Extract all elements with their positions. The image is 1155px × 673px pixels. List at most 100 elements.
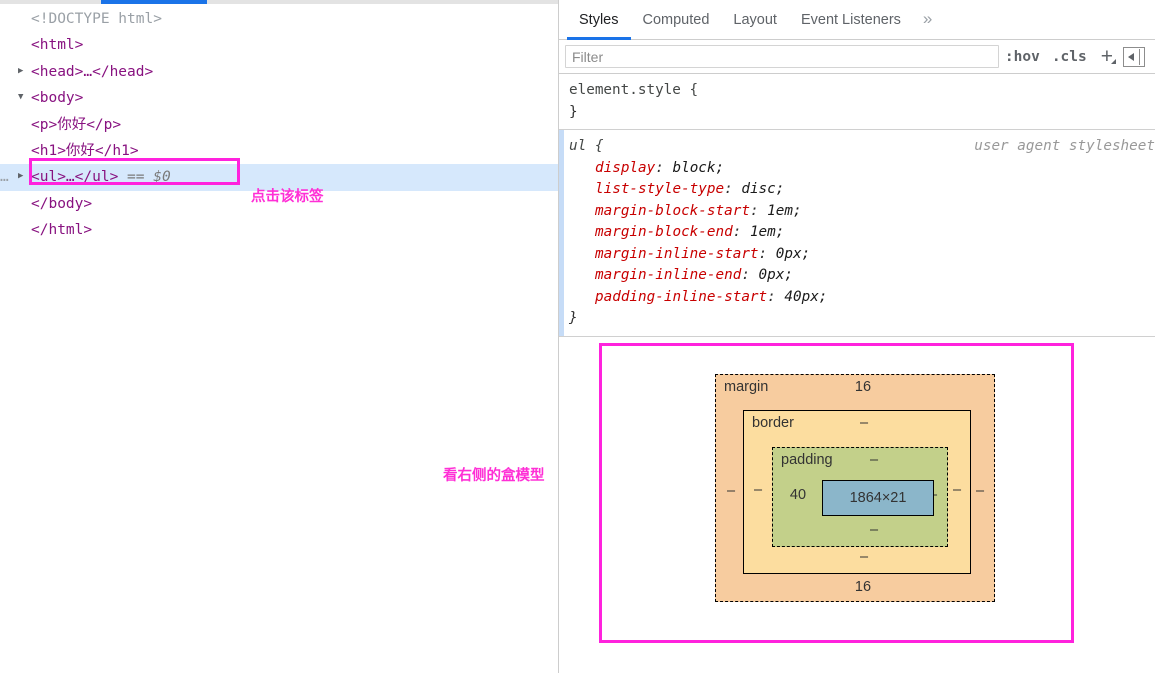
expand-triangle-icon[interactable]: ▶	[18, 58, 31, 84]
margin-label: margin	[724, 378, 769, 395]
box-model-border[interactable]: border – – – – padding – – 40 – 1864×21	[743, 409, 971, 574]
border-top-value[interactable]: –	[849, 415, 879, 431]
border-left-value[interactable]: –	[748, 482, 768, 498]
active-tab-underline	[101, 0, 207, 4]
css-property-value[interactable]: 0px;	[776, 246, 810, 262]
dom-row-text: <html>	[31, 37, 84, 54]
tab-layout[interactable]: Layout	[721, 0, 789, 40]
css-colon: :	[758, 245, 776, 262]
css-colon: :	[655, 159, 673, 176]
css-declaration[interactable]: margin-inline-start: 0px;	[569, 244, 1155, 266]
dom-row-selection-ref: == $0	[127, 169, 171, 186]
border-label: border	[752, 414, 794, 431]
css-rule-block[interactable]: element.style {}	[559, 74, 1155, 130]
dom-tree-panel: <!DOCTYPE html> <html> ▶ <head>…</head> ▼ <bo…	[0, 0, 558, 673]
annotation-click-tag: 点击该标签	[251, 189, 324, 205]
css-colon: :	[767, 288, 785, 305]
box-model-margin[interactable]: margin 16 16 – – border – – – – padding …	[715, 373, 995, 602]
border-right-value[interactable]: –	[947, 482, 967, 498]
css-rule-block[interactable]: user agent stylesheet ul {display: block;…	[559, 130, 1155, 337]
new-style-rule-button[interactable]: +	[1093, 46, 1117, 67]
dom-row-text: </body>	[31, 195, 93, 212]
box-model-content[interactable]: 1864×21	[822, 479, 934, 516]
rule-origin-label: user agent stylesheet	[974, 138, 1155, 154]
chevron-down-icon	[1111, 58, 1116, 64]
css-declaration[interactable]: margin-block-start: 1em;	[569, 201, 1155, 223]
dom-row[interactable]: </html>	[0, 217, 558, 243]
tab-computed[interactable]: Computed	[631, 0, 722, 40]
css-declaration[interactable]: display: block;	[569, 158, 1155, 180]
margin-right-value[interactable]: –	[970, 483, 990, 499]
css-property-name[interactable]: margin-block-end	[569, 224, 733, 240]
tab-styles[interactable]: Styles	[567, 0, 631, 40]
css-property-name[interactable]: margin-inline-start	[569, 246, 759, 262]
padding-label: padding	[781, 451, 833, 468]
hov-button[interactable]: :hov	[999, 49, 1046, 65]
css-property-name[interactable]: margin-inline-end	[569, 267, 741, 283]
border-bottom-value[interactable]: –	[849, 549, 879, 565]
margin-left-value[interactable]: –	[721, 483, 741, 499]
dom-row-text: </html>	[31, 222, 93, 239]
css-property-name[interactable]: list-style-type	[569, 181, 724, 197]
dom-row[interactable]: <html>	[0, 32, 558, 58]
dom-row[interactable]: ▶ <head>…</head>	[0, 59, 558, 85]
css-rules-list: element.style {} user agent stylesheet ul …	[559, 74, 1155, 337]
annotation-see-box-model: 看右侧的盒模型	[443, 468, 545, 484]
dom-row[interactable]: <p>你好</p>	[0, 112, 558, 138]
rule-origin-marker	[559, 130, 564, 336]
devtools-tabstrip	[0, 0, 558, 4]
tab-event-listeners[interactable]: Event Listeners	[789, 0, 913, 40]
dom-row-text: <head>…</head>	[31, 63, 154, 80]
css-declaration[interactable]: padding-inline-start: 40px;	[569, 287, 1155, 309]
css-rule-close-brace: }	[569, 103, 578, 120]
css-property-value[interactable]: block;	[672, 160, 724, 176]
padding-left-value[interactable]: 40	[783, 487, 813, 503]
css-colon: :	[741, 267, 759, 283]
css-declaration[interactable]: margin-block-end: 1em;	[569, 222, 1155, 244]
dom-row-text: <!DOCTYPE html>	[31, 11, 162, 27]
dom-row-text: <ul>…</ul>	[31, 169, 119, 186]
styles-filter-bar: :hov .cls +	[559, 40, 1155, 74]
toggle-sidebar-icon[interactable]	[1123, 46, 1145, 67]
dom-tree[interactable]: <!DOCTYPE html> <html> ▶ <head>…</head> ▼ <bo…	[0, 6, 558, 244]
css-colon: :	[749, 202, 768, 219]
css-property-name[interactable]: display	[569, 160, 655, 176]
padding-bottom-value[interactable]: –	[859, 522, 889, 538]
css-declaration[interactable]: margin-inline-end: 0px;	[569, 265, 1155, 287]
dom-row[interactable]: <!DOCTYPE html>	[0, 6, 558, 32]
filter-input[interactable]	[565, 45, 999, 68]
css-declaration[interactable]: list-style-type: disc;	[569, 179, 1155, 201]
css-colon: :	[732, 224, 750, 240]
dom-row-text: <body>	[31, 90, 84, 107]
dom-row-gutter-ellipsis: …	[0, 169, 9, 186]
styles-panel: Styles Computed Layout Event Listeners »…	[559, 0, 1155, 673]
more-tabs-icon[interactable]: »	[913, 0, 942, 40]
css-property-value[interactable]: disc;	[741, 181, 784, 197]
css-property-name[interactable]: margin-block-start	[569, 203, 750, 219]
css-property-value[interactable]: 0px;	[759, 267, 793, 283]
box-model-padding[interactable]: padding – – 40 – 1864×21	[772, 446, 948, 547]
rule-origin-marker	[559, 74, 564, 129]
dom-row[interactable]: <h1>你好</h1>	[0, 138, 558, 164]
dom-row-text: <p>你好</p>	[31, 116, 122, 133]
css-property-value[interactable]: 40px;	[784, 289, 827, 305]
padding-top-value[interactable]: –	[859, 452, 889, 468]
expand-triangle-icon[interactable]: ▶	[18, 163, 31, 189]
dom-row[interactable]: ▼ <body>	[0, 85, 558, 111]
collapse-triangle-icon[interactable]: ▼	[18, 84, 31, 110]
css-rule-close-brace: }	[569, 310, 578, 326]
content-dimensions: 1864×21	[849, 489, 907, 506]
css-selector[interactable]: element.style {	[569, 80, 1155, 102]
margin-top-value[interactable]: 16	[848, 379, 878, 395]
css-property-name[interactable]: padding-inline-start	[569, 289, 767, 305]
arrow-left-icon	[1128, 52, 1134, 61]
margin-bottom-value[interactable]: 16	[848, 579, 878, 595]
dom-row-text: <h1>你好</h1>	[31, 142, 139, 159]
css-colon: :	[724, 181, 742, 197]
sidebar-bar	[1139, 48, 1140, 65]
css-property-value[interactable]: 1em;	[767, 203, 801, 219]
styles-tabbar: Styles Computed Layout Event Listeners »	[559, 0, 1155, 40]
css-property-value[interactable]: 1em;	[750, 224, 784, 240]
box-model-area: margin 16 16 – – border – – – – padding …	[559, 337, 1155, 667]
cls-button[interactable]: .cls	[1046, 49, 1093, 65]
